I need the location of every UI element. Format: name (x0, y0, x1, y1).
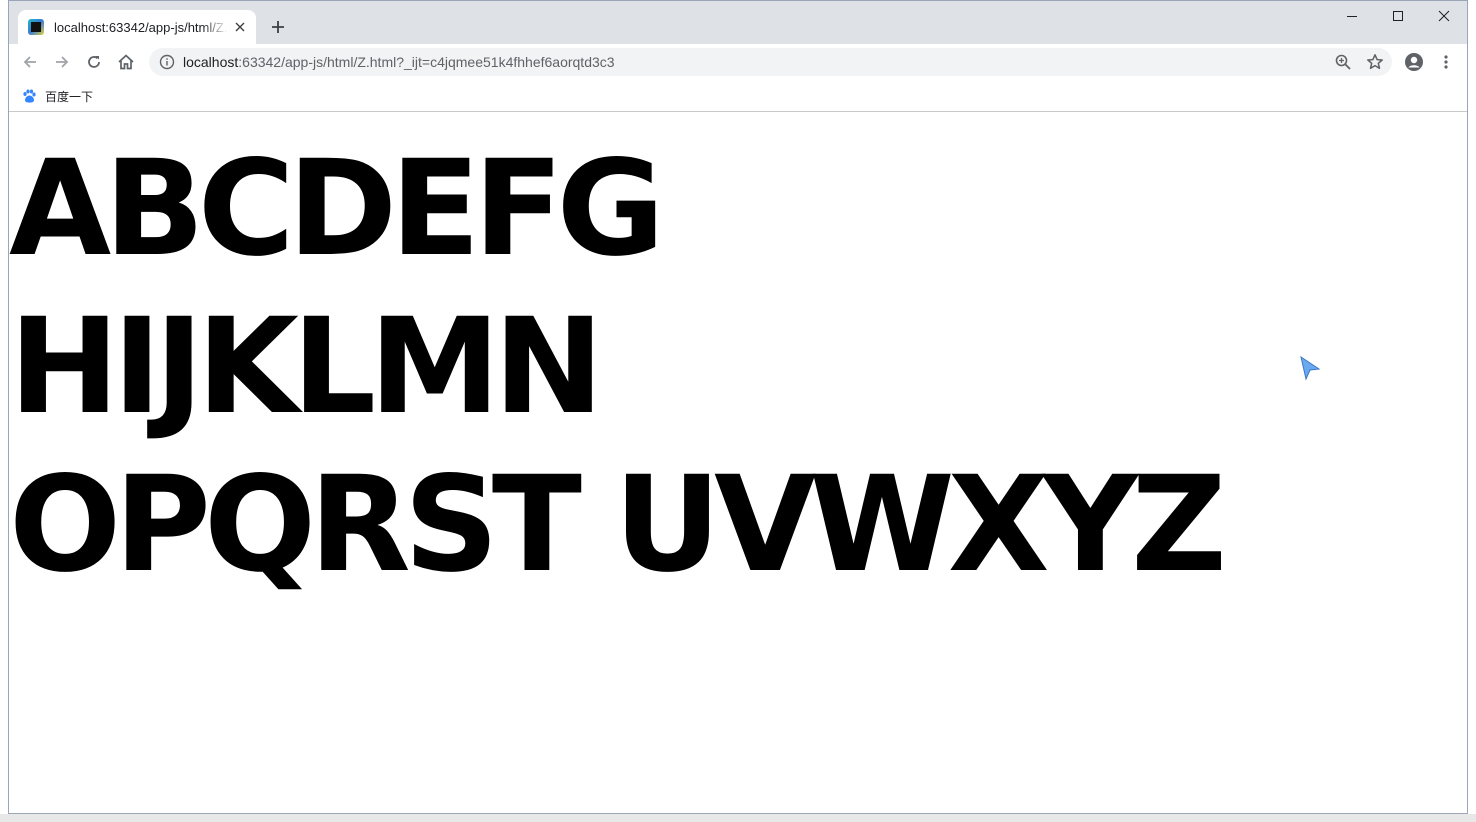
info-icon[interactable] (159, 54, 175, 70)
alphabet-heading: ABCDEFG HIJKLMN OPQRST UVWXYZ (9, 130, 1259, 604)
zoom-icon[interactable] (1334, 53, 1352, 71)
browser-window: localhost:63342/app-js/html/Z.html?_ijt=… (8, 0, 1468, 814)
arrow-left-icon (23, 56, 36, 68)
account-icon (1405, 53, 1423, 71)
bookmark-label: 百度一下 (45, 89, 94, 104)
home-button[interactable] (113, 49, 139, 75)
arrow-right-icon (56, 56, 69, 68)
forward-button[interactable] (49, 49, 75, 75)
minimize-button[interactable] (1329, 1, 1375, 31)
menu-button[interactable] (1433, 49, 1459, 75)
back-button[interactable] (17, 49, 43, 75)
star-icon[interactable] (1366, 53, 1384, 71)
alphabet-line-2: OPQRST UVWXYZ (9, 448, 1227, 602)
tab-active[interactable]: localhost:63342/app-js/html/Z.html?_ijt=… (18, 10, 256, 44)
url-host: localhost (183, 54, 239, 70)
close-icon[interactable] (232, 19, 248, 35)
tab-strip: localhost:63342/app-js/html/Z.html?_ijt=… (9, 1, 1467, 44)
background-window-right (1468, 0, 1476, 822)
reload-icon (88, 56, 100, 68)
bookmark-baidu[interactable]: 百度一下 (21, 85, 93, 107)
page-content: ABCDEFG HIJKLMN OPQRST UVWXYZ (9, 112, 1467, 813)
background-window-left (0, 0, 8, 822)
home-icon (118, 54, 134, 70)
profile-button[interactable] (1401, 49, 1427, 75)
close-window-button[interactable] (1421, 1, 1467, 31)
maximize-button[interactable] (1375, 1, 1421, 31)
toolbar: localhost:63342/app-js/html/Z.html?_ijt=… (9, 44, 1467, 80)
baidu-paw-icon (23, 89, 36, 103)
url-path: :63342/app-js/html/Z.html?_ijt=c4jqmee51… (238, 54, 615, 70)
mouse-cursor-icon (1300, 355, 1321, 381)
more-vertical-icon (1444, 55, 1448, 69)
address-bar[interactable]: localhost:63342/app-js/html/Z.html?_ijt=… (149, 48, 1392, 76)
url-text: localhost:63342/app-js/html/Z.html?_ijt=… (183, 53, 615, 71)
bookmarks-bar: 百度一下 (9, 80, 1467, 112)
tab-title: localhost:63342/app-js/html/Z.html?_ijt=… (54, 19, 228, 35)
new-tab-button[interactable] (267, 16, 289, 38)
webstorm-icon (28, 19, 44, 35)
background-taskbar-strip (0, 814, 1476, 822)
alphabet-line-1: ABCDEFG HIJKLMN (9, 132, 665, 444)
reload-button[interactable] (81, 49, 107, 75)
